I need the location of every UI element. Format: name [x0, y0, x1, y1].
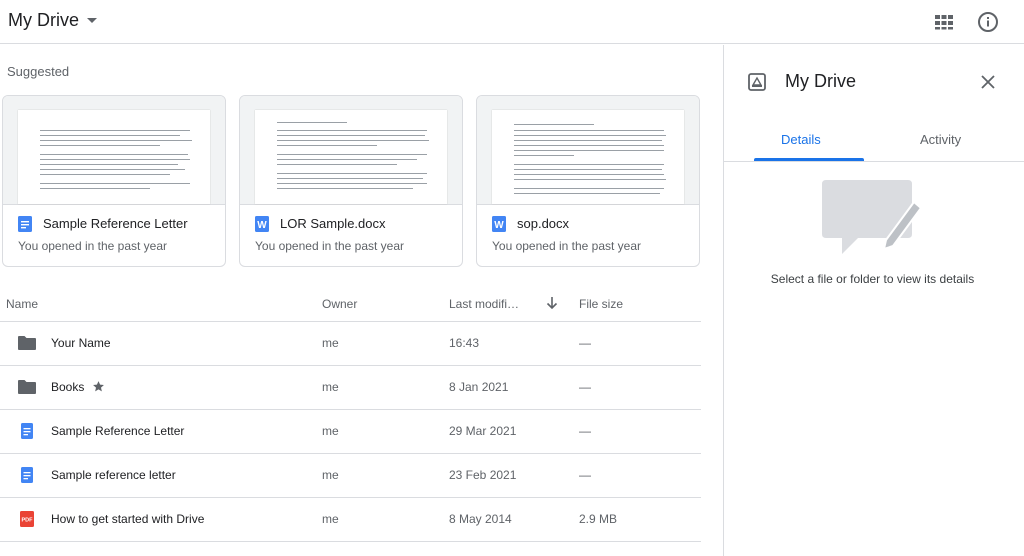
google-docs-icon [18, 216, 32, 232]
row-file-name: Sample Reference Letter [51, 424, 185, 438]
row-owner: me [322, 336, 339, 350]
table-row[interactable]: Sample Reference Letter me 29 Mar 2021 — [0, 409, 701, 452]
card-subtitle: You opened in the past year [255, 239, 405, 253]
row-file-name: How to get started with Drive [51, 512, 205, 526]
tabs-divider [724, 161, 1024, 162]
row-file-size: — [579, 380, 591, 394]
card-subtitle: You opened in the past year [18, 239, 168, 253]
row-file-size: — [579, 468, 591, 482]
info-icon[interactable] [976, 10, 1000, 34]
folder-icon [18, 380, 36, 394]
file-list-area: Suggested Sample Reference Letter You op… [0, 45, 723, 556]
row-last-modified: 23 Feb 2021 [449, 468, 517, 482]
top-bar: My Drive [0, 0, 1024, 44]
row-last-modified: 29 Mar 2021 [449, 424, 517, 438]
star-icon[interactable] [92, 380, 105, 393]
pdf-icon: PDF [20, 511, 34, 527]
table-row[interactable]: PDF How to get started with Drive me 8 M… [0, 497, 701, 540]
svg-text:PDF: PDF [22, 518, 34, 524]
row-file-size: — [579, 424, 591, 438]
table-row[interactable]: Books me 8 Jan 2021 — [0, 365, 701, 408]
column-header-name[interactable]: Name [6, 297, 38, 311]
column-header-last-modified[interactable]: Last modifi… [449, 297, 519, 311]
close-icon[interactable] [980, 74, 996, 90]
table-bottom-divider [0, 541, 701, 542]
details-placeholder-illustration-icon [822, 180, 922, 254]
google-docs-icon [21, 467, 33, 483]
page-title: My Drive [8, 10, 79, 30]
row-file-name: Your Name [51, 336, 111, 350]
suggested-card[interactable]: W LOR Sample.docx You opened in the past… [239, 95, 463, 267]
table-row[interactable]: Your Name me 16:43 — [0, 321, 701, 364]
word-doc-icon: W [255, 216, 269, 232]
row-file-size: — [579, 336, 591, 350]
svg-text:W: W [494, 220, 504, 231]
suggested-card[interactable]: W sop.docx You opened in the past year [476, 95, 700, 267]
svg-text:W: W [257, 220, 267, 231]
file-thumbnail [3, 96, 225, 205]
card-file-name: Sample Reference Letter [43, 216, 188, 231]
details-empty-message: Select a file or folder to view its deta… [770, 272, 975, 286]
suggested-card[interactable]: Sample Reference Letter You opened in th… [2, 95, 226, 267]
row-owner: me [322, 424, 339, 438]
row-last-modified: 8 May 2014 [449, 512, 512, 526]
grid-view-icon[interactable] [932, 10, 956, 34]
file-thumbnail [477, 96, 699, 205]
caret-down-icon [87, 18, 97, 23]
details-panel-title: My Drive [785, 71, 856, 91]
card-file-name: LOR Sample.docx [280, 216, 386, 231]
drive-icon [748, 73, 766, 91]
google-docs-icon [21, 423, 33, 439]
row-file-name: Books [51, 380, 85, 394]
details-panel: My Drive Details Activity Select a file … [723, 45, 1024, 556]
drive-title-dropdown[interactable]: My Drive [8, 10, 97, 31]
row-last-modified: 16:43 [449, 336, 480, 350]
row-last-modified: 8 Jan 2021 [449, 380, 509, 394]
row-owner: me [322, 512, 339, 526]
suggested-heading: Suggested [7, 64, 70, 79]
row-file-name: Sample reference letter [51, 468, 176, 482]
tab-details[interactable]: Details [781, 132, 821, 147]
column-header-owner[interactable]: Owner [322, 297, 357, 311]
row-file-size: 2.9 MB [579, 512, 618, 526]
tab-activity[interactable]: Activity [920, 132, 961, 147]
folder-icon [18, 336, 36, 350]
column-header-file-size[interactable]: File size [579, 297, 623, 311]
table-row[interactable]: Sample reference letter me 23 Feb 2021 — [0, 453, 701, 496]
word-doc-icon: W [492, 216, 506, 232]
file-thumbnail [240, 96, 462, 205]
row-owner: me [322, 380, 339, 394]
card-subtitle: You opened in the past year [492, 239, 642, 253]
sort-arrow-down-icon[interactable] [545, 295, 559, 311]
row-owner: me [322, 468, 339, 482]
card-file-name: sop.docx [517, 216, 570, 231]
